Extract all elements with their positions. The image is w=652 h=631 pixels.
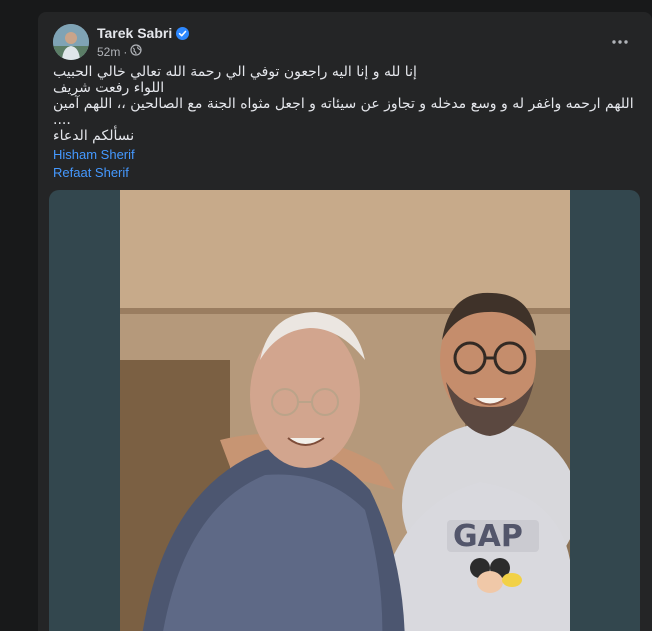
post-message-line-4: نسألكم الدعاء xyxy=(53,128,135,144)
more-options-icon xyxy=(612,40,628,44)
feed-page: Tarek Sabri 52m · إنا لله و إنا اليه راج… xyxy=(0,0,652,631)
post-photo[interactable]: GAP xyxy=(120,190,570,631)
globe-icon[interactable] xyxy=(130,44,142,59)
tagged-people: Hisham Sherif Refaat Sherif xyxy=(53,146,135,182)
more-options-button[interactable] xyxy=(606,28,634,56)
post-meta: 52m · xyxy=(97,44,189,59)
author-name[interactable]: Tarek Sabri xyxy=(97,25,172,41)
post-photo-frame: GAP xyxy=(49,190,640,631)
tag-refaat-sherif[interactable]: Refaat Sherif xyxy=(53,164,135,182)
post-card: Tarek Sabri 52m · إنا لله و إنا اليه راج… xyxy=(38,12,652,631)
svg-text:GAP: GAP xyxy=(453,519,523,554)
post-message-line-2: اللواء رفعت شريف xyxy=(53,80,165,96)
author-line: Tarek Sabri xyxy=(97,25,190,41)
post-message-line-3: اللهم ارحمه واغفر له و وسع مدخله و تجاوز… xyxy=(53,96,634,128)
tag-hisham-sherif[interactable]: Hisham Sherif xyxy=(53,146,135,164)
meta-separator: · xyxy=(123,44,128,59)
post-message-line-1: إنا لله و إنا اليه راجعون توفي الي رحمة … xyxy=(53,64,417,80)
verified-badge-icon xyxy=(176,26,190,40)
post-header: Tarek Sabri 52m · xyxy=(53,24,640,68)
photo-image: GAP xyxy=(120,190,570,631)
avatar-image xyxy=(53,24,89,60)
author-block: Tarek Sabri 52m · xyxy=(97,25,190,59)
author-avatar[interactable] xyxy=(53,24,89,60)
post-message: إنا لله و إنا اليه راجعون توفي الي رحمة … xyxy=(53,64,637,144)
post-timestamp[interactable]: 52m xyxy=(97,45,120,59)
